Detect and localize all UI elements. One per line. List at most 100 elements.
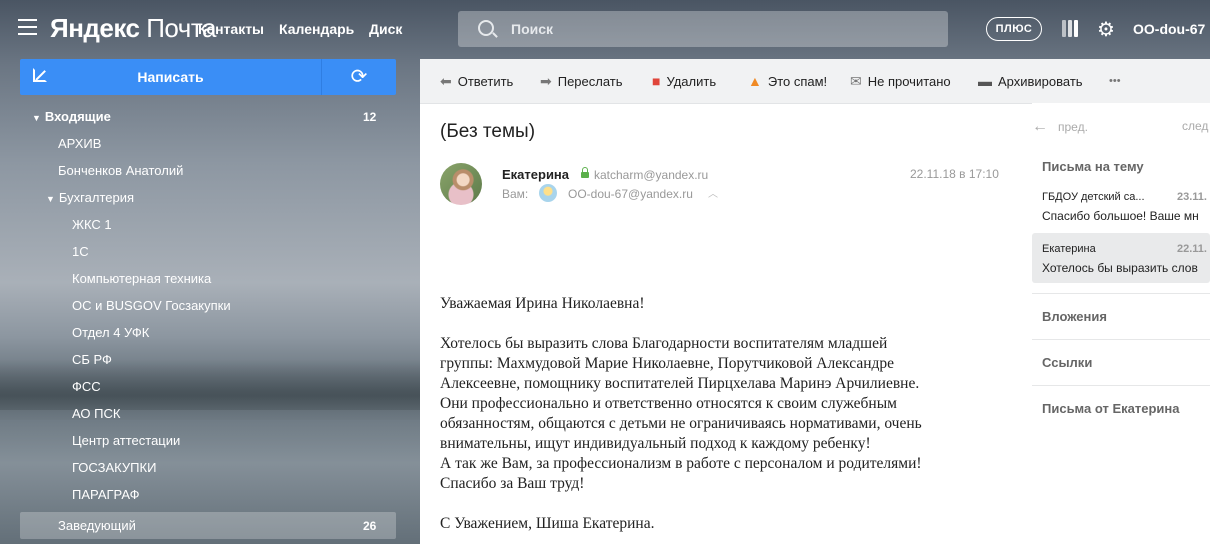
right-sidebar: ← пред. след Письма на тему ГБДОУ детский… [1032, 103, 1210, 544]
folder-goszakupki[interactable]: ГОСЗАКУПКИ [72, 460, 156, 475]
nav-calendar[interactable]: Календарь [279, 21, 354, 37]
apps-icon[interactable] [1062, 20, 1078, 37]
body-line: Спасибо за Ваш труд! [440, 475, 585, 492]
sender-name[interactable]: Екатерина [502, 167, 569, 182]
refresh-button[interactable]: ⟳ [321, 59, 396, 95]
body-signoff: С Уважением, Шиша Екатерина. [440, 515, 655, 532]
body-line: А так же Вам, за профессионализм в работ… [440, 455, 922, 472]
archive-icon: ▬ [978, 73, 992, 89]
divider [1032, 339, 1210, 340]
avatar[interactable] [440, 163, 482, 205]
refresh-icon: ⟳ [350, 66, 368, 88]
prev-button[interactable]: ← пред. [1032, 118, 1088, 136]
folder-archive[interactable]: АРХИВ [58, 136, 101, 151]
envelope-icon: ✉ [850, 73, 862, 89]
divider [1032, 385, 1210, 386]
body-line: обязанностям, общаются с детьми не огран… [440, 415, 922, 432]
recipient-avatar [539, 184, 557, 202]
logo-brand: Яндекс [50, 13, 140, 43]
reply-button[interactable]: ⬅ Ответить [440, 73, 513, 90]
divider [1032, 293, 1210, 294]
compose-button[interactable]: Написать [20, 59, 321, 95]
folder-ao-psk[interactable]: АО ПСК [72, 406, 120, 421]
folder-1c[interactable]: 1С [72, 244, 89, 259]
links-section[interactable]: Ссылки [1042, 355, 1092, 370]
folder-computers[interactable]: Компьютерная техника [72, 271, 211, 286]
folder-accounting[interactable]: ▼ Бухгалтерия [46, 190, 134, 205]
sender-email[interactable]: katcharm@yandex.ru [594, 168, 708, 182]
thread-text: Спасибо большое! Ваше мн [1042, 209, 1199, 223]
folder-sbrf[interactable]: СБ РФ [72, 352, 112, 367]
spam-label: Это спам! [767, 74, 828, 89]
thread-date: 22.11. [1177, 243, 1207, 255]
thread-from: ГБДОУ детский са... [1042, 191, 1145, 203]
folder-paragraf[interactable]: ПАРАГРАФ [72, 487, 139, 502]
header: Яндекс Почта Контакты Календарь Диск Пои… [0, 0, 1210, 58]
folder-label: Бухгалтерия [58, 190, 135, 205]
reply-icon: ⬅ [440, 73, 452, 89]
folder-label: Входящие [44, 109, 111, 124]
prev-label: пред. [1058, 120, 1088, 134]
to-label: Вам: [502, 187, 529, 201]
unread-button[interactable]: ✉ Не прочитано [850, 73, 951, 90]
trash-icon: ■ [652, 73, 661, 89]
body-line: Хотелось бы выразить слова Благодарности… [440, 335, 888, 352]
from-sender-section[interactable]: Письма от Екатерина [1042, 401, 1179, 416]
message-body: Уважаемая Ирина Николаевна! Хотелось бы … [440, 294, 1000, 534]
chevron-up-icon[interactable]: ︿ [708, 185, 718, 200]
spam-button[interactable]: ▲ Это спам! [748, 73, 827, 89]
forward-icon: ➡ [540, 73, 552, 89]
zaveduyushchiy-count: 26 [363, 519, 377, 533]
thread-text: Хотелось бы выразить слов [1042, 261, 1198, 275]
fire-icon: ▲ [748, 73, 762, 89]
delete-label: Удалить [666, 74, 717, 89]
thread-item[interactable]: ГБДОУ детский са... 23.11. Спасибо больш… [1032, 181, 1210, 231]
thread-item-active[interactable]: Екатерина 22.11. Хотелось бы выразить сл… [1032, 233, 1210, 283]
menu-icon[interactable] [18, 19, 37, 35]
logo[interactable]: Яндекс Почта [50, 13, 216, 44]
folder-inbox[interactable]: ▼ Входящие [32, 109, 111, 124]
message-panel: ⬅ Ответить ➡ Переслать ■ Удалить ▲ Это спам!… [420, 59, 1210, 544]
folder-zhks1[interactable]: ЖКС 1 [72, 217, 112, 232]
thread-from: Екатерина [1042, 243, 1096, 255]
body-line: Они профессионально и ответственно относ… [440, 395, 897, 412]
nav-contacts[interactable]: Контакты [198, 21, 264, 37]
nav-disk[interactable]: Диск [369, 21, 402, 37]
user-account[interactable]: OO-dou-67 [1133, 21, 1205, 37]
search-icon [478, 20, 494, 36]
inbox-count: 12 [363, 110, 377, 124]
search-placeholder: Поиск [511, 21, 554, 37]
search-input[interactable]: Поиск [458, 11, 948, 47]
folder-os-busgov[interactable]: ОС и BUSGOV Госзакупки [72, 298, 231, 313]
forward-button[interactable]: ➡ Переслать [540, 73, 623, 90]
arrow-left-icon: ← [1032, 118, 1048, 135]
next-button[interactable]: след [1182, 119, 1208, 133]
archive-button[interactable]: ▬ Архивировать [978, 73, 1083, 89]
thread-date: 23.11. [1177, 191, 1207, 203]
gear-icon[interactable]: ⚙ [1097, 17, 1115, 42]
body-greeting: Уважаемая Ирина Николаевна! [440, 295, 645, 312]
more-button[interactable]: ••• [1109, 75, 1121, 87]
folder-fss[interactable]: ФСС [72, 379, 101, 394]
thread-header[interactable]: Письма на тему [1042, 159, 1144, 174]
collapse-icon[interactable]: ▼ [32, 113, 41, 123]
recipient-email[interactable]: OO-dou-67@yandex.ru [568, 187, 693, 201]
lock-icon [581, 167, 589, 178]
message-date: 22.11.18 в 17:10 [910, 167, 999, 181]
reply-label: Ответить [457, 74, 514, 89]
toolbar: ⬅ Ответить ➡ Переслать ■ Удалить ▲ Это спам!… [420, 59, 1210, 104]
compose-label: Написать [137, 69, 204, 85]
forward-label: Переслать [557, 74, 623, 89]
delete-button[interactable]: ■ Удалить [652, 73, 716, 89]
collapse-icon[interactable]: ▼ [46, 194, 55, 204]
folder-otdel4[interactable]: Отдел 4 УФК [72, 325, 149, 340]
plus-button[interactable]: ПЛЮС [986, 17, 1042, 41]
folder-bonchenkov[interactable]: Бонченков Анатолий [58, 163, 183, 178]
body-line: внимательны, ищут индивидуальный подход … [440, 435, 871, 452]
attachments-section[interactable]: Вложения [1042, 309, 1107, 324]
body-line: группы: Махмудовой Марие Николаевне, Пор… [440, 355, 895, 372]
unread-label: Не прочитано [867, 74, 951, 89]
archive-label: Архивировать [998, 74, 1083, 89]
folder-attestation[interactable]: Центр аттестации [72, 433, 180, 448]
folder-zaveduyushchiy[interactable]: Заведующий [58, 518, 136, 533]
